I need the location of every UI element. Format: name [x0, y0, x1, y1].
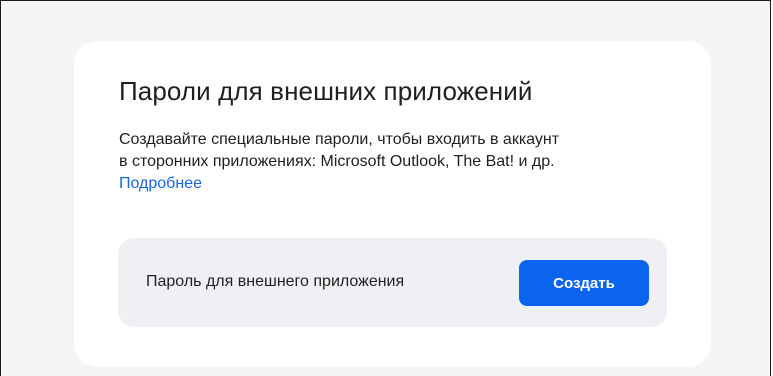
app-passwords-card: Пароли для внешних приложений Создавайте…	[74, 41, 711, 367]
page-frame: Пароли для внешних приложений Создавайте…	[0, 0, 771, 376]
more-info-link[interactable]: Подробнее	[119, 173, 202, 195]
section-description: Создавайте специальные пароли, чтобы вхо…	[119, 129, 679, 195]
app-password-row: Пароль для внешнего приложения Создать	[118, 238, 667, 327]
app-password-label: Пароль для внешнего приложения	[146, 273, 405, 290]
description-line-1: Создавайте специальные пароли, чтобы вхо…	[119, 131, 560, 148]
section-title: Пароли для внешних приложений	[119, 76, 533, 106]
create-button[interactable]: Создать	[519, 260, 649, 306]
description-line-2: в сторонних приложениях: Microsoft Outlo…	[119, 153, 555, 170]
